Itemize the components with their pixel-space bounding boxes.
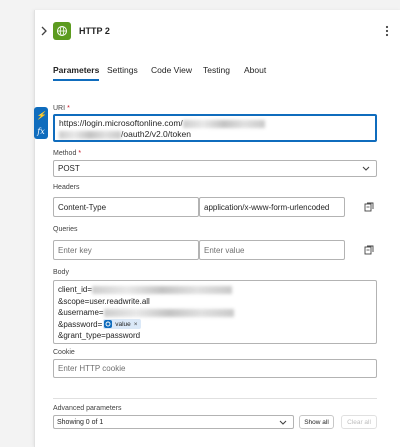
method-select[interactable]: POST — [53, 160, 377, 177]
variable-icon — [104, 320, 113, 329]
body-label: Body — [53, 269, 69, 276]
required-mark: * — [67, 105, 70, 112]
uri-label-text: URI — [53, 105, 66, 112]
dynamic-content-icon[interactable]: ⚡ — [36, 111, 46, 120]
switch-to-text-mode-icon[interactable] — [364, 202, 374, 212]
cookie-placeholder: Enter HTTP cookie — [58, 364, 126, 373]
advanced-parameters-label: Advanced parameters — [53, 405, 122, 412]
redacted-tenant — [182, 119, 265, 128]
body-line-password: &password= — [58, 319, 103, 329]
section-divider — [53, 398, 377, 399]
cookie-label: Cookie — [53, 349, 75, 356]
body-line-client-id: client_id= — [58, 285, 93, 294]
tab-settings[interactable]: Settings — [107, 64, 138, 86]
redacted-client-id — [92, 285, 233, 294]
action-details-panel: HTTP 2 Parameters Settings Code View Tes… — [34, 10, 400, 447]
uri-input[interactable]: https://login.microsoftonline.com/ /oaut… — [53, 114, 377, 142]
uri-line1: https://login.microsoftonline.com/ — [59, 118, 183, 128]
query-value-placeholder: Enter value — [204, 245, 245, 255]
tab-about[interactable]: About — [244, 64, 266, 86]
redacted-username — [103, 308, 234, 317]
more-options-icon[interactable] — [384, 24, 390, 38]
function-fx-icon[interactable]: fx — [37, 127, 44, 136]
header-value-input[interactable]: application/x-www-form-urlencoded — [199, 197, 345, 217]
chevron-down-icon — [279, 420, 287, 425]
query-key-placeholder: Enter key — [58, 245, 92, 255]
uri-line2: /oauth2/v2.0/token — [121, 129, 191, 139]
queries-label: Queries — [53, 226, 78, 233]
cookie-input[interactable]: Enter HTTP cookie — [53, 359, 377, 378]
method-label-text: Method — [53, 150, 77, 157]
token-label: value — [115, 320, 131, 328]
chevron-right-icon[interactable] — [39, 25, 49, 37]
expression-buttons: ⚡ fx — [34, 107, 48, 139]
switch-to-text-mode-icon[interactable] — [364, 245, 374, 255]
tab-parameters[interactable]: Parameters — [53, 64, 100, 81]
dynamic-value-token[interactable]: value × — [103, 319, 141, 331]
query-value-input[interactable]: Enter value — [199, 240, 345, 260]
panel-header: HTTP 2 — [35, 10, 400, 52]
query-key-input[interactable]: Enter key — [53, 240, 199, 260]
body-editor[interactable]: client_id= &scope=user.readwrite.all &us… — [53, 280, 377, 344]
globe-icon — [57, 26, 67, 36]
token-remove-icon[interactable]: × — [134, 319, 138, 331]
clear-all-button[interactable]: Clear all — [341, 415, 377, 429]
advanced-select-value: Showing 0 of 1 — [57, 418, 104, 426]
tab-code-view[interactable]: Code View — [151, 64, 192, 86]
header-key-value: Content-Type — [58, 202, 107, 212]
advanced-parameters-select[interactable]: Showing 0 of 1 — [53, 415, 294, 429]
header-key-input[interactable]: Content-Type — [53, 197, 199, 217]
chevron-down-icon — [362, 166, 370, 171]
method-value: POST — [58, 164, 80, 173]
action-title[interactable]: HTTP 2 — [79, 26, 110, 36]
uri-label: URI * — [53, 105, 70, 112]
required-mark: * — [78, 150, 82, 157]
tab-testing[interactable]: Testing — [203, 64, 230, 86]
redacted-tenant-2 — [59, 130, 121, 139]
method-label: Method * — [53, 150, 81, 157]
headers-label: Headers — [53, 184, 80, 191]
header-value-value: application/x-www-form-urlencoded — [204, 202, 330, 212]
body-line-grant-type: &grant_type=password — [58, 331, 141, 340]
body-line-scope: &scope=user.readwrite.all — [58, 296, 150, 306]
action-icon-tile — [53, 22, 71, 40]
body-line-username: &username= — [58, 308, 104, 317]
show-all-button[interactable]: Show all — [299, 415, 334, 429]
